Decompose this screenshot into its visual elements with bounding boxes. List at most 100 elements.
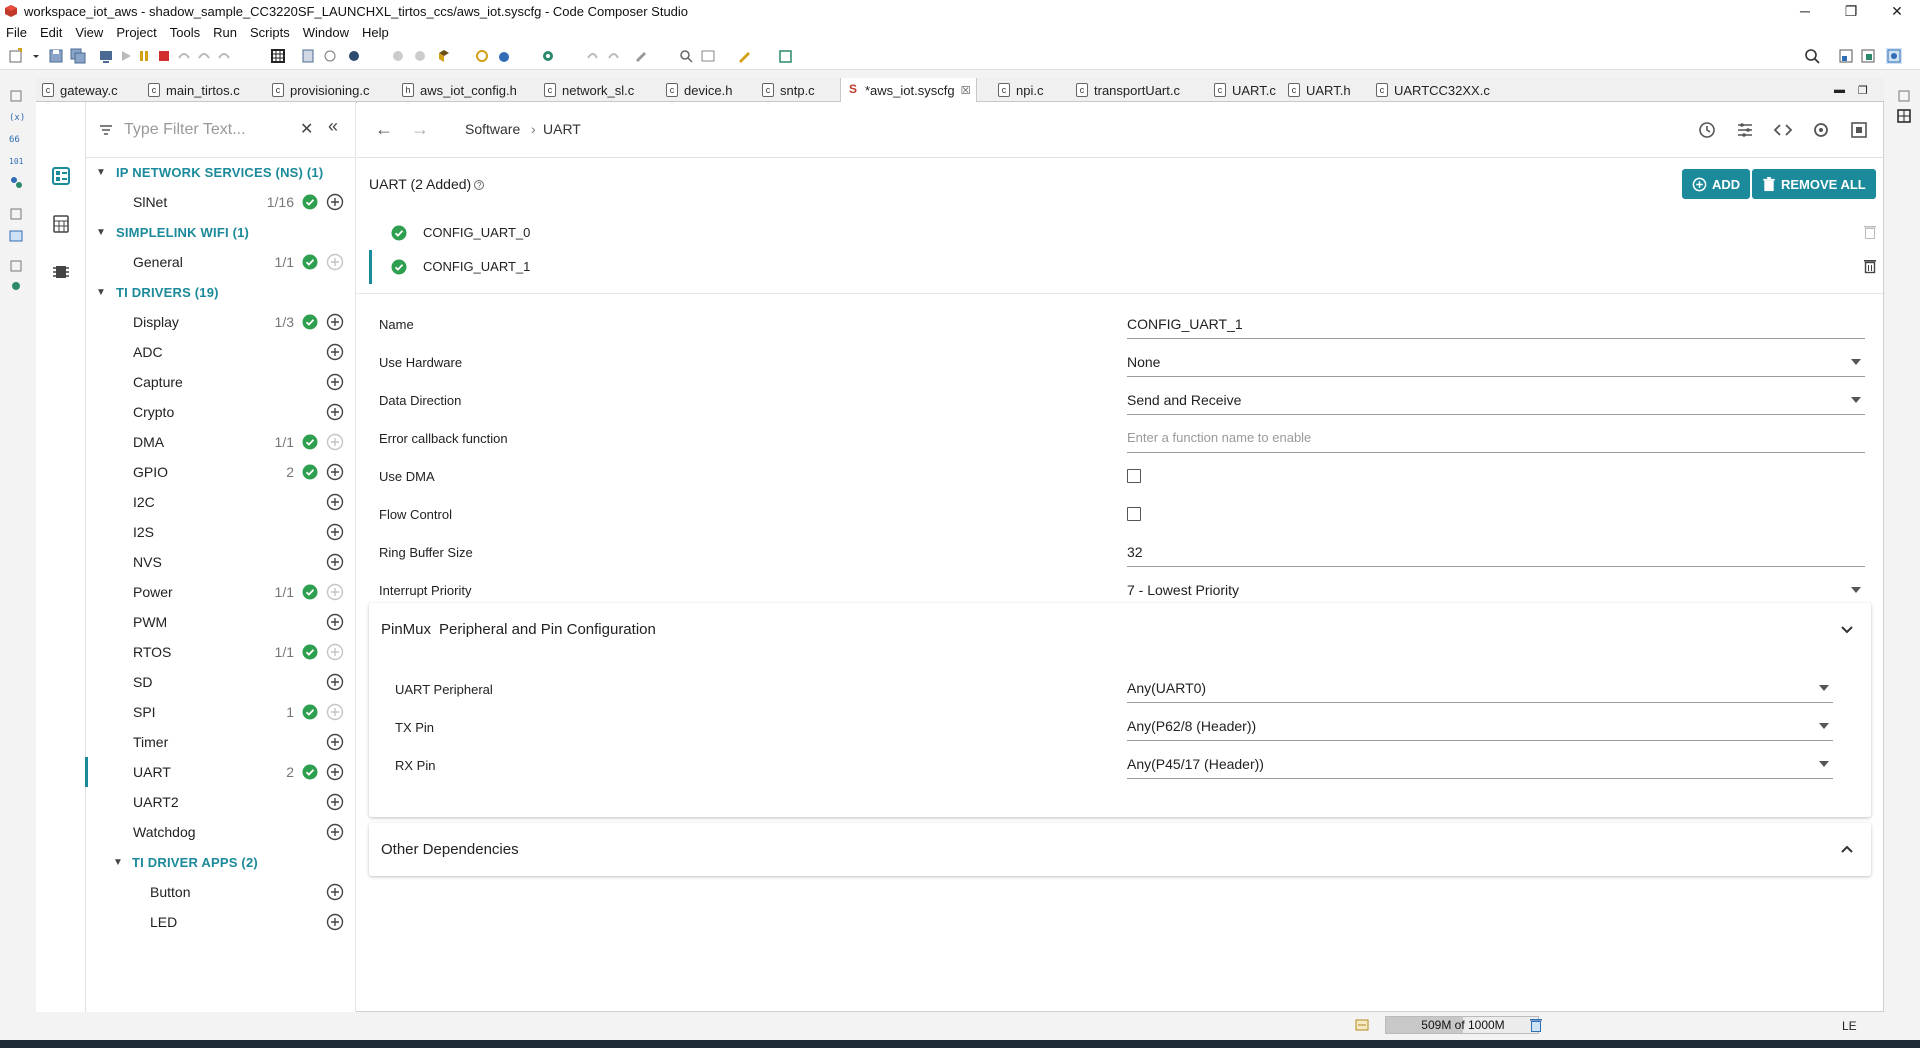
variables-icon[interactable]: (x)=: [8, 108, 31, 124]
add-module-icon[interactable]: [326, 613, 344, 631]
tree-item-i2s[interactable]: I2S: [86, 517, 356, 547]
tree-item-spi[interactable]: SPI 1: [86, 697, 356, 727]
tree-item-crypto[interactable]: Crypto: [86, 397, 356, 427]
menu-view[interactable]: View: [75, 25, 103, 40]
back-arrow-icon[interactable]: ←: [375, 119, 393, 140]
garbage-collect-icon[interactable]: [1529, 1017, 1543, 1033]
code-view-icon[interactable]: [1773, 120, 1793, 140]
tab-gateway-c[interactable]: c gateway.c: [42, 78, 118, 102]
name-input[interactable]: CONFIG_UART_1: [1127, 311, 1865, 339]
collapse-panel-icon[interactable]: «: [328, 116, 338, 137]
perspective-icon[interactable]: [1838, 48, 1854, 64]
minimize-editor-icon[interactable]: ▬: [1834, 78, 1845, 102]
tree-item-gpio[interactable]: GPIO 2: [86, 457, 356, 487]
refresh-icon[interactable]: [474, 48, 490, 64]
chip-view-icon[interactable]: [51, 262, 71, 282]
tab-uartcc32xx-c[interactable]: c UARTCC32XX.c: [1376, 78, 1490, 102]
ring-buffer-size-input[interactable]: 32: [1127, 539, 1865, 567]
step-return-icon[interactable]: [216, 48, 232, 64]
new-icon[interactable]: [8, 48, 24, 64]
build-status-icon[interactable]: [1354, 1017, 1370, 1033]
menu-tools[interactable]: Tools: [170, 25, 200, 40]
search-tool-icon[interactable]: [678, 48, 694, 64]
add-module-icon[interactable]: [326, 343, 344, 361]
help-icon[interactable]: ?: [474, 180, 485, 191]
tree-category[interactable]: ▼ TI DRIVER APPS (2): [86, 847, 356, 877]
breakpoints-icon[interactable]: [8, 174, 24, 190]
other-dependencies-card[interactable]: Other Dependencies: [369, 823, 1871, 876]
delete-instance-icon[interactable]: [1863, 258, 1877, 274]
tree-item-sd[interactable]: SD: [86, 667, 356, 697]
data-direction-select[interactable]: Send and Receive: [1127, 387, 1865, 415]
build-icon[interactable]: [346, 48, 362, 64]
menu-file[interactable]: File: [6, 25, 27, 40]
breakpoint-icon[interactable]: [390, 48, 406, 64]
external-icon[interactable]: [778, 48, 794, 64]
flash-icon[interactable]: [436, 48, 452, 64]
add-module-icon[interactable]: [326, 703, 344, 721]
tree-item-led[interactable]: LED: [86, 907, 356, 937]
device-settings-icon[interactable]: [1811, 120, 1831, 140]
instance-row-config-uart-1[interactable]: CONFIG_UART_1: [369, 250, 1881, 284]
pencil-icon[interactable]: [736, 48, 752, 64]
add-module-icon[interactable]: [326, 643, 344, 661]
tab-uart-c[interactable]: c UART.c: [1214, 78, 1276, 102]
add-module-icon[interactable]: [326, 733, 344, 751]
maximize-editor-icon[interactable]: ❐: [1858, 78, 1868, 102]
caret-down-icon[interactable]: ▼: [96, 287, 106, 298]
history-icon[interactable]: [1697, 120, 1717, 140]
add-module-icon[interactable]: [326, 313, 344, 331]
tree-item-uart[interactable]: UART 2: [85, 757, 356, 787]
tab-uart-h[interactable]: c UART.h: [1288, 78, 1351, 102]
add-module-icon[interactable]: [326, 193, 344, 211]
nav-forward-icon[interactable]: [606, 48, 622, 64]
calculator-view-icon[interactable]: [51, 214, 71, 234]
error-callback-input[interactable]: Enter a function name to enable: [1127, 425, 1865, 453]
maximize-button[interactable]: ❐: [1828, 0, 1874, 22]
tree-item-display[interactable]: Display 1/3: [86, 307, 356, 337]
debug-view-icon[interactable]: [8, 278, 24, 294]
run-icon[interactable]: [496, 48, 512, 64]
add-module-icon[interactable]: [326, 493, 344, 511]
use-dma-checkbox[interactable]: [1127, 469, 1141, 483]
tool-icon[interactable]: [634, 48, 650, 64]
tree-item-watchdog[interactable]: Watchdog: [86, 817, 356, 847]
caret-down-icon[interactable]: ▼: [113, 857, 123, 868]
tree-item-button[interactable]: Button: [86, 877, 356, 907]
restore-right-view-icon[interactable]: [1896, 88, 1912, 104]
dropdown-icon[interactable]: [28, 48, 39, 64]
step-over-icon[interactable]: [196, 48, 212, 64]
expand-dependencies-chevron-icon[interactable]: [1839, 841, 1855, 857]
add-module-icon[interactable]: [326, 913, 344, 931]
tree-item-timer[interactable]: Timer: [86, 727, 356, 757]
memory-icon[interactable]: [300, 48, 316, 64]
menu-help[interactable]: Help: [362, 25, 389, 40]
restore-view-icon[interactable]: [8, 88, 24, 104]
settings-sliders-icon[interactable]: [1735, 120, 1755, 140]
debug-perspective-icon[interactable]: [1886, 48, 1902, 64]
board-view-icon[interactable]: [1849, 120, 1869, 140]
caret-down-icon[interactable]: ▼: [96, 167, 106, 178]
window-icon[interactable]: [700, 48, 716, 64]
tree-item-adc[interactable]: ADC: [86, 337, 356, 367]
pause-icon[interactable]: [136, 48, 152, 64]
tree-item-dma[interactable]: DMA 1/1: [86, 427, 356, 457]
tree-item-capture[interactable]: Capture: [86, 367, 356, 397]
tab-sntp-c[interactable]: c sntp.c: [762, 78, 815, 102]
forward-arrow-icon[interactable]: →: [411, 119, 429, 140]
use-hardware-select[interactable]: None: [1127, 349, 1865, 377]
flow-control-checkbox[interactable]: [1127, 507, 1141, 521]
tree-item-uart2[interactable]: UART2: [86, 787, 356, 817]
connect-icon[interactable]: [322, 48, 338, 64]
tree-item-pwm[interactable]: PWM: [86, 607, 356, 637]
rx-pin-select[interactable]: Any(P45/17 (Header)): [1127, 751, 1833, 779]
tree-category[interactable]: ▼ SIMPLELINK WIFI (1): [86, 217, 356, 247]
add-module-icon[interactable]: [326, 793, 344, 811]
breakpoint2-icon[interactable]: [412, 48, 428, 64]
add-module-icon[interactable]: [326, 373, 344, 391]
tree-item-rtos[interactable]: RTOS 1/1: [86, 637, 356, 667]
add-module-icon[interactable]: [326, 403, 344, 421]
step-into-icon[interactable]: [176, 48, 192, 64]
tree-category[interactable]: ▼ IP NETWORK SERVICES (NS) (1): [86, 157, 356, 187]
nav-back-icon[interactable]: [584, 48, 600, 64]
